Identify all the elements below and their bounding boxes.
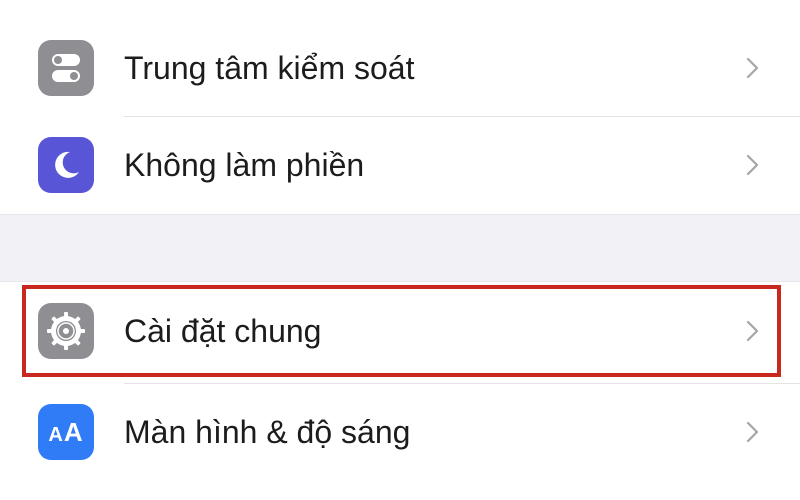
settings-row-do-not-disturb[interactable]: Không làm phiền: [0, 117, 800, 213]
chevron-right-icon: [746, 154, 759, 176]
moon-icon: [38, 137, 94, 193]
settings-row-label: Cài đặt chung: [124, 313, 322, 349]
settings-screen: Trung tâm kiểm soát Không làm phiền Cài …: [0, 0, 800, 500]
section-gap: [0, 214, 800, 282]
gear-icon: [38, 303, 94, 359]
chevron-right-icon: [746, 57, 759, 79]
settings-row-label: Trung tâm kiểm soát: [124, 50, 415, 86]
settings-row-label: Màn hình & độ sáng: [124, 414, 411, 450]
settings-row-general[interactable]: Cài đặt chung: [0, 283, 800, 379]
settings-row-display-brightness[interactable]: AA Màn hình & độ sáng: [0, 384, 800, 480]
settings-row-label: Không làm phiền: [124, 147, 365, 183]
aa-small-letter: A: [48, 423, 64, 446]
chevron-right-icon: [746, 320, 759, 342]
aa-large-letter: A: [63, 416, 84, 447]
settings-row-control-center[interactable]: Trung tâm kiểm soát: [0, 20, 800, 116]
chevron-right-icon: [746, 421, 759, 443]
display-brightness-icon: AA: [38, 404, 94, 460]
control-center-icon: [38, 40, 94, 96]
